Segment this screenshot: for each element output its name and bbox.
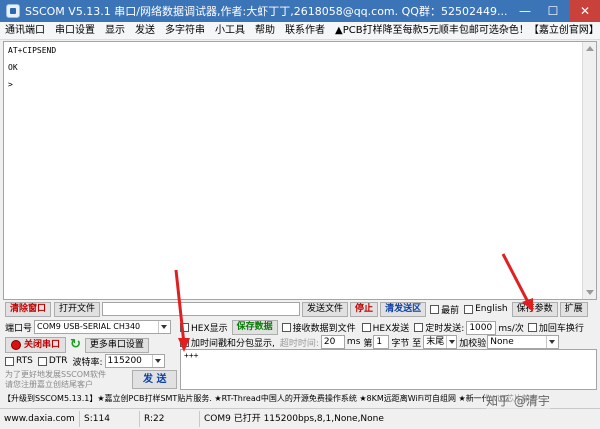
maximize-button[interactable]: ☐ <box>540 0 566 22</box>
ad-banner-text: 【升级到SSCOM5.13.1】★嘉立创PCB打样SMT贴片服务. ★RT-Th… <box>3 394 538 403</box>
interval-input[interactable]: 1000 <box>466 320 497 335</box>
checksum-value: None <box>490 337 514 347</box>
save-params-button[interactable]: 保存参数 <box>511 301 558 317</box>
chevron-down-icon <box>158 321 168 333</box>
register-note-line2: 请您注册嘉立创结尾客户 <box>5 380 93 389</box>
timed-send-label: 定时发送: <box>425 324 465 334</box>
hex-send-checkbox[interactable] <box>361 323 371 332</box>
byte-label: 第 <box>363 338 373 349</box>
close-port-button[interactable]: 关闭串口 <box>5 337 67 353</box>
hex-send-label: HEX发送 <box>372 324 410 334</box>
byte-start-input[interactable]: 1 <box>373 335 390 349</box>
menu-display[interactable]: 显示 <box>100 22 130 39</box>
menu-help[interactable]: 帮助 <box>250 22 280 39</box>
file-path-input[interactable] <box>102 302 301 316</box>
register-note-line1: 为了更好地发展SSCOM软件 <box>5 370 106 379</box>
menu-multi-string[interactable]: 多字符串 <box>160 22 210 39</box>
timed-send-checkbox[interactable] <box>414 323 424 332</box>
add-crlf-label: 加回车换行 <box>538 324 584 334</box>
timeout-input[interactable]: 20 <box>320 335 345 349</box>
baud-label: 波特率: <box>72 357 103 368</box>
port-select[interactable]: COM9 USB-SERIAL CH340 <box>34 320 172 334</box>
menu-contact-author[interactable]: 联系作者 <box>280 22 330 39</box>
timeout-label: 超时时间: <box>279 338 319 349</box>
menu-send[interactable]: 发送 <box>130 22 160 39</box>
clear-send-button[interactable]: 清发送区 <box>380 301 427 317</box>
receive-to-file-checkbox[interactable] <box>281 323 291 332</box>
add-crlf-checkbox[interactable] <box>527 323 537 332</box>
chevron-down-icon <box>151 355 162 367</box>
dtr-checkbox[interactable] <box>37 356 47 366</box>
checksum-select[interactable]: None <box>487 335 560 349</box>
app-icon <box>6 4 20 18</box>
menu-serial-settings[interactable]: 串口设置 <box>50 22 100 39</box>
rts-checkbox[interactable] <box>5 356 14 366</box>
receive-line: OK <box>8 63 18 72</box>
english-checkbox[interactable] <box>464 304 474 314</box>
port-value: COM9 USB-SERIAL CH340 <box>37 322 141 331</box>
send-textarea[interactable]: +++ <box>180 349 597 390</box>
title-bar: SSCOM V5.13.1 串口/网络数据调试器,作者:大虾丁丁,2618058… <box>0 0 600 22</box>
timestamp-label: 加时间戳和分包显示, <box>191 338 275 349</box>
hex-display-checkbox[interactable] <box>180 323 189 332</box>
chevron-down-icon <box>546 336 556 348</box>
latest-toggle[interactable]: 最前 <box>430 303 459 316</box>
minimize-button[interactable]: — <box>512 0 538 22</box>
timestamp-checkbox[interactable] <box>180 337 189 347</box>
timeout-unit: ms <box>346 337 361 347</box>
send-text: +++ <box>184 351 199 360</box>
receive-area[interactable]: AT+CIPSEND OK > <box>3 41 597 300</box>
website-link[interactable]: www.daxia.com <box>0 411 80 427</box>
close-port-label: 关闭串口 <box>24 339 61 350</box>
byte-unit-label: 字节 至 <box>391 338 422 349</box>
watermark: 知乎 @清宇 <box>486 392 550 409</box>
receive-line: > <box>8 80 13 89</box>
menu-bar: 通讯端口 串口设置 显示 发送 多字符串 小工具 帮助 联系作者 ▲PCB打样降… <box>0 22 600 40</box>
byte-end-value: 末尾 <box>426 337 445 347</box>
port-panel: 端口号 COM9 USB-SERIAL CH340 关闭串口 ↻ 更多串口设置 … <box>5 318 178 390</box>
menu-pcb-ad[interactable]: ▲PCB打样降至每款5元顺丰包邮可选杂色！【嘉立创官网】 <box>330 22 600 39</box>
received-count: R:22 <box>140 411 200 427</box>
chevron-down-icon <box>446 336 456 348</box>
clear-window-button[interactable]: 清除窗口 <box>5 301 52 317</box>
refresh-icon[interactable]: ↻ <box>70 338 81 351</box>
english-label: English <box>475 304 508 314</box>
more-serial-settings-button[interactable]: 更多串口设置 <box>84 337 149 353</box>
options-panel: HEX显示 保存数据 接收数据到文件 HEX发送 定时发送: 1000 ms/次… <box>180 318 598 349</box>
menu-tools[interactable]: 小工具 <box>210 22 250 39</box>
interval-unit: ms/次 <box>498 324 524 334</box>
byte-end-select[interactable]: 末尾 <box>423 335 458 349</box>
english-toggle[interactable]: English <box>464 304 508 314</box>
hex-display-label: HEX显示 <box>191 324 228 334</box>
save-data-button[interactable]: 保存数据 <box>231 320 278 335</box>
port-label: 端口号 <box>5 323 33 334</box>
receive-line: AT+CIPSEND <box>8 46 57 55</box>
rts-label: RTS <box>16 356 33 366</box>
receive-scrollbar[interactable] <box>582 42 596 299</box>
menu-comm-port[interactable]: 通讯端口 <box>0 22 50 39</box>
status-bar: www.daxia.com S:114 R:22 COM9 已打开 115200… <box>0 408 600 429</box>
stop-button[interactable]: 停止 <box>350 301 379 317</box>
window-title: SSCOM V5.13.1 串口/网络数据调试器,作者:大虾丁丁,2618058… <box>25 5 508 18</box>
dtr-label: DTR <box>48 356 68 366</box>
sent-count: S:114 <box>80 411 140 427</box>
checksum-label: 加校验 <box>459 338 487 349</box>
expand-button[interactable]: 扩展 <box>559 301 588 317</box>
send-file-button[interactable]: 发送文件 <box>302 301 349 317</box>
register-note: 为了更好地发展SSCOM软件 请您注册嘉立创结尾客户 <box>5 370 129 390</box>
baud-select[interactable]: 115200 <box>104 354 165 368</box>
latest-checkbox[interactable] <box>430 304 440 314</box>
receive-to-file-label: 接收数据到文件 <box>292 324 356 334</box>
close-button[interactable]: ✕ <box>570 0 600 22</box>
baud-value: 115200 <box>107 356 142 366</box>
send-button[interactable]: 发 送 <box>132 370 178 389</box>
latest-label: 最前 <box>441 305 460 316</box>
port-status-icon <box>11 340 21 350</box>
file-toolbar: 清除窗口 打开文件 发送文件 停止 清发送区 最前 English 保存参数 扩… <box>0 301 600 317</box>
open-file-button[interactable]: 打开文件 <box>54 301 101 317</box>
port-status-text: COM9 已打开 115200bps,8,1,None,None <box>204 414 384 424</box>
